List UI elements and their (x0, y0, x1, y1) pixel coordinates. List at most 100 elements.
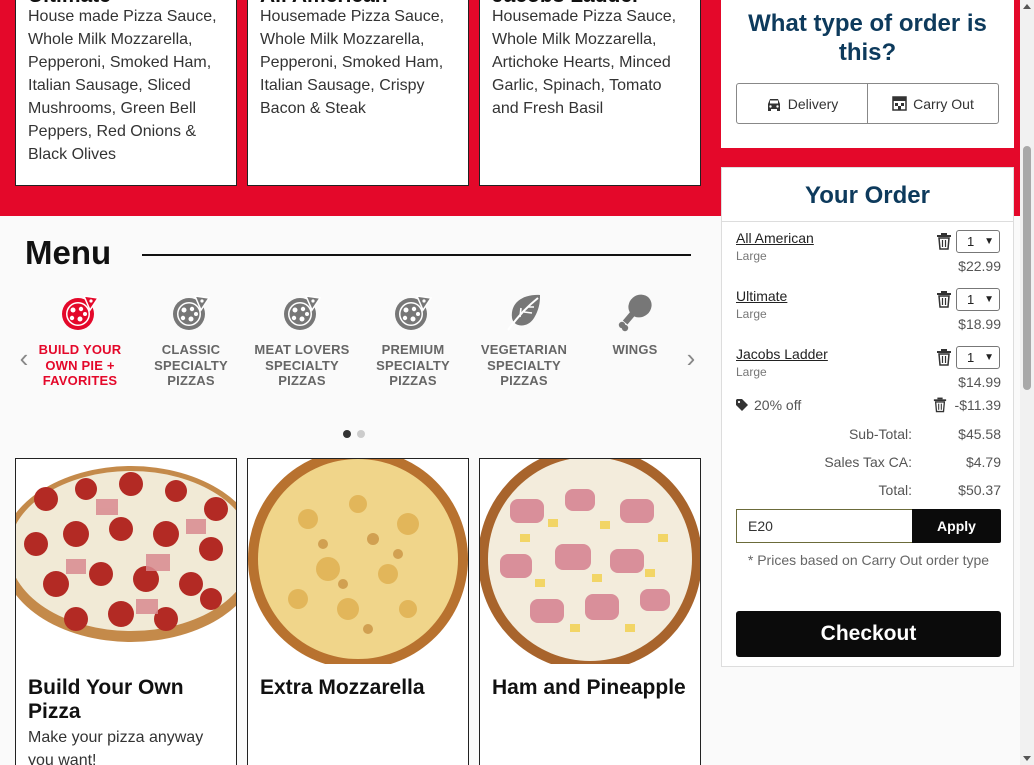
category-build-your-own[interactable]: BUILD YOUR OWN PIE + FAVORITES (28, 292, 132, 389)
quantity-value: 1 (967, 234, 975, 249)
category-next-arrow[interactable]: › (681, 345, 701, 371)
delivery-button[interactable]: Delivery (737, 84, 867, 123)
quantity-select[interactable]: 1 ▼ (956, 288, 1000, 311)
product-card-ham-pineapple[interactable]: Ham and Pineapple (479, 458, 701, 765)
order-item: Ultimate Large 1 ▼ $18.99 (736, 288, 1001, 346)
featured-band: Ultimate House made Pizza Sauce, Whole M… (0, 0, 713, 216)
subtotal-label: Sub-Total: (848, 426, 912, 442)
car-icon (767, 98, 780, 111)
order-item-name[interactable]: Jacobs Ladder (736, 346, 828, 362)
ham-pineapple-pizza-image (480, 459, 700, 664)
featured-card-ultimate[interactable]: Ultimate House made Pizza Sauce, Whole M… (15, 0, 237, 186)
pizza-icon (395, 295, 433, 330)
order-item-price: $14.99 (958, 374, 1001, 390)
tax-row: Sales Tax CA: $4.79 (736, 454, 1001, 474)
scroll-up-arrow[interactable] (1023, 4, 1031, 9)
quantity-value: 1 (967, 292, 975, 307)
trash-icon[interactable] (933, 397, 947, 413)
subtotal-value: $45.58 (958, 426, 1001, 442)
checkout-button[interactable]: Checkout (736, 611, 1001, 657)
store-icon (892, 96, 907, 111)
product-title: Ham and Pineapple (492, 676, 686, 699)
product-card-build-your-own[interactable]: Build Your Own Pizza Make your pizza any… (15, 458, 237, 765)
page-scrollbar[interactable] (1020, 0, 1034, 765)
order-type-panel: What type of order is this? Delivery Car… (721, 0, 1014, 148)
order-item: Jacobs Ladder Large 1 ▼ $14.99 (736, 346, 1001, 404)
promo-code-input[interactable] (736, 509, 913, 543)
category-meat-lovers[interactable]: MEAT LOVERS SPECIALTY PIZZAS (250, 292, 354, 389)
your-order-title: Your Order (722, 168, 1013, 222)
order-item-price: $22.99 (958, 258, 1001, 274)
order-type-toggle: Delivery Carry Out (736, 83, 999, 124)
discount-row: 20% off -$11.39 (736, 397, 1001, 417)
pizza-icon (173, 295, 211, 330)
order-item-size: Large (736, 307, 767, 321)
category-label: MEAT LOVERS SPECIALTY PIZZAS (254, 342, 350, 388)
apply-button[interactable]: Apply (912, 509, 1001, 543)
trash-icon[interactable] (936, 233, 952, 250)
featured-desc: Housemade Pizza Sauce, Whole Milk Mozzar… (492, 8, 677, 117)
carousel-dots (343, 425, 371, 443)
pricing-note: * Prices based on Carry Out order type (747, 552, 990, 568)
product-title: Build Your Own Pizza (28, 676, 184, 723)
delivery-label: Delivery (787, 95, 839, 112)
menu-heading: Menu (25, 234, 112, 271)
featured-desc: Housemade Pizza Sauce, Whole Milk Mozzar… (260, 8, 445, 117)
quantity-select[interactable]: 1 ▼ (956, 346, 1000, 369)
category-wings[interactable]: WINGS (583, 292, 687, 358)
main-content: Ultimate House made Pizza Sauce, Whole M… (0, 0, 713, 765)
tax-label: Sales Tax CA: (824, 454, 912, 470)
chevron-down-icon: ▼ (984, 236, 994, 247)
product-desc (480, 700, 700, 704)
order-item-price: $18.99 (958, 316, 1001, 332)
drumstick-icon (618, 294, 652, 332)
trash-icon[interactable] (936, 291, 952, 308)
your-order-panel: Your Order All American Large 1 ▼ $22.99 … (721, 167, 1014, 667)
promo-code-form: Apply (736, 509, 1001, 543)
order-item-size: Large (736, 365, 767, 379)
order-item-name[interactable]: Ultimate (736, 288, 787, 304)
pepperoni-pizza-image (16, 459, 236, 664)
scrollbar-thumb[interactable] (1023, 146, 1031, 390)
carousel-dot[interactable] (357, 430, 365, 438)
carry-out-button[interactable]: Carry Out (867, 84, 998, 123)
order-item-size: Large (736, 249, 767, 263)
category-label: VEGETARIAN SPECIALTY PIZZAS (480, 342, 568, 388)
category-classic-specialty[interactable]: CLASSIC SPECIALTY PIZZAS (139, 292, 243, 389)
chevron-down-icon: ▼ (984, 294, 994, 305)
product-title: Extra Mozzarella (260, 676, 425, 699)
featured-desc: House made Pizza Sauce, Whole Milk Mozza… (28, 8, 217, 163)
leaf-icon (507, 294, 540, 331)
pizza-icon (284, 295, 322, 330)
category-label: CLASSIC SPECIALTY PIZZAS (154, 342, 228, 388)
discount-label: 20% off (754, 397, 802, 413)
featured-card-all-american[interactable]: All American Housemade Pizza Sauce, Whol… (247, 0, 469, 186)
order-type-question: What type of order is this? (748, 10, 987, 66)
discount-amount: -$11.39 (954, 397, 1001, 413)
carry-out-label: Carry Out (913, 95, 974, 112)
total-value: $50.37 (958, 482, 1001, 498)
category-vegetarian-specialty[interactable]: VEGETARIAN SPECIALTY PIZZAS (472, 292, 576, 389)
total-row: Total: $50.37 (736, 482, 1001, 502)
product-card-extra-mozzarella[interactable]: Extra Mozzarella (247, 458, 469, 765)
chevron-down-icon: ▼ (984, 352, 994, 363)
order-item: All American Large 1 ▼ $22.99 (736, 230, 1001, 288)
category-label: PREMIUM SPECIALTY PIZZAS (376, 342, 450, 388)
menu-divider (142, 254, 691, 256)
product-desc: Make your pizza anyway you want! (28, 729, 204, 765)
product-desc (248, 700, 468, 704)
category-label: BUILD YOUR OWN PIE + FAVORITES (38, 342, 122, 388)
trash-icon[interactable] (936, 349, 952, 366)
category-premium-specialty[interactable]: PREMIUM SPECIALTY PIZZAS (361, 292, 465, 389)
featured-card-jacobs-ladder[interactable]: Jacobs Ladder Housemade Pizza Sauce, Who… (479, 0, 701, 186)
pizza-icon (62, 295, 100, 330)
subtotal-row: Sub-Total: $45.58 (736, 426, 1001, 446)
tag-icon (736, 399, 748, 411)
category-label: WINGS (612, 342, 658, 357)
scroll-down-arrow[interactable] (1023, 756, 1031, 761)
quantity-select[interactable]: 1 ▼ (956, 230, 1000, 253)
tax-value: $4.79 (965, 454, 1001, 470)
carousel-dot-active[interactable] (343, 430, 351, 438)
order-item-name[interactable]: All American (736, 230, 814, 246)
total-label: Total: (878, 482, 912, 498)
